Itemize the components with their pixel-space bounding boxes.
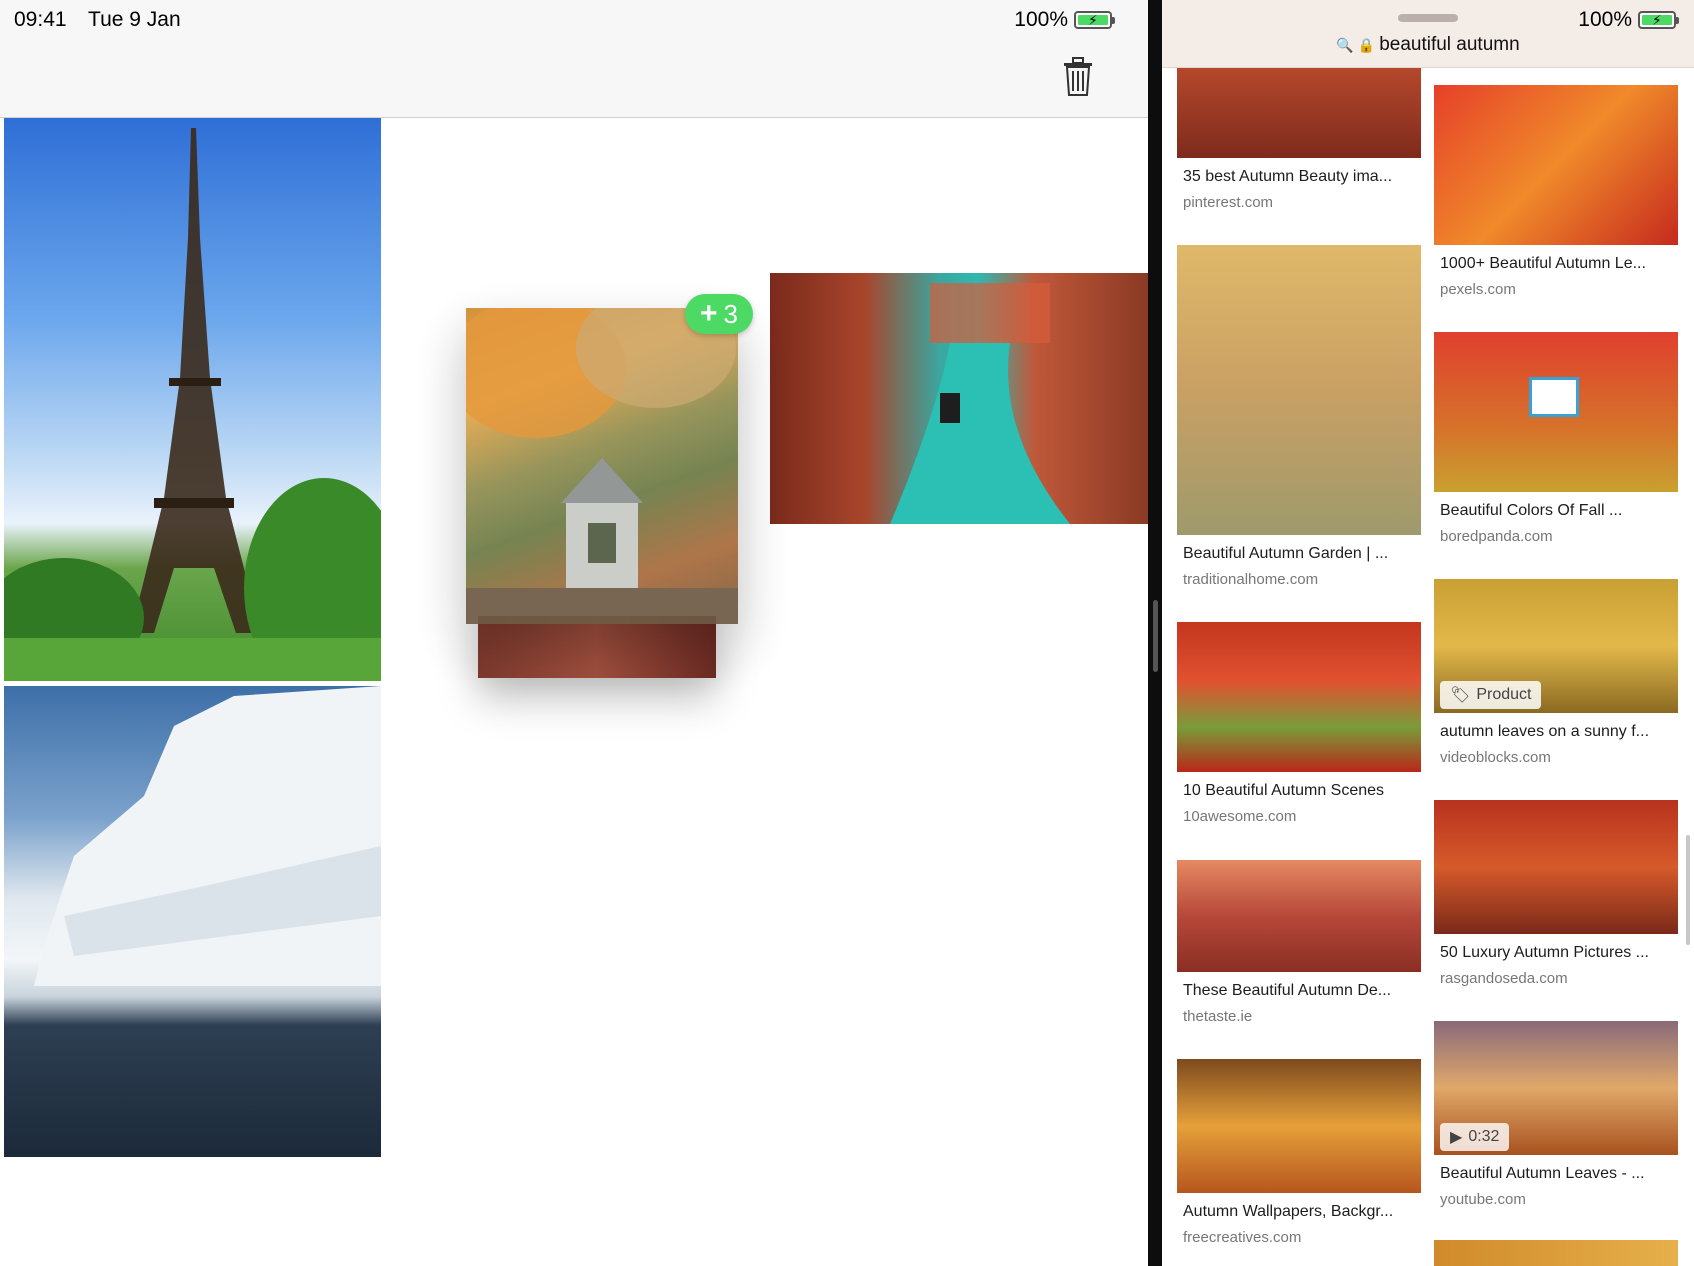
result-thumbnail [1434, 1240, 1678, 1266]
video-duration-chip: ▶ 0:32 [1440, 1123, 1510, 1151]
result-title: 50 Luxury Autumn Pictures ... [1440, 944, 1649, 961]
status-date: Tue 9 Jan [88, 8, 181, 31]
lock-icon: 🔒 [1357, 37, 1376, 53]
result-thumbnail: ▶ 0:32 [1434, 1021, 1678, 1155]
battery-icon: ⚡ [1074, 11, 1115, 29]
result-title: Beautiful Autumn Leaves - ... [1440, 1165, 1645, 1182]
battery-indicator-right: 100% ⚡ [1578, 8, 1679, 32]
result-card[interactable]: 35 best Autumn Beauty ima... pinterest.c… [1177, 68, 1421, 211]
result-thumbnail [1177, 245, 1421, 535]
result-source: 10awesome.com [1183, 808, 1297, 825]
result-card[interactable]: 🏷 Product autumn leaves on a sunny f... v… [1434, 579, 1678, 766]
dragged-photo-back [478, 616, 716, 678]
result-source: pinterest.com [1183, 194, 1274, 211]
result-card[interactable]: These Beautiful Autumn De... thetaste.ie [1177, 860, 1421, 1025]
result-thumbnail [1434, 85, 1678, 245]
result-thumbnail [1434, 332, 1678, 492]
garden-house-icon [466, 308, 738, 624]
play-icon: ▶ [1450, 1129, 1463, 1146]
ipad-screen: 09:41 Tue 9 Jan 100% ⚡ + 3 100% ⚡ 🔍 🔒 be… [0, 0, 1694, 1266]
scroll-indicator[interactable] [1686, 835, 1690, 945]
result-title: 10 Beautiful Autumn Scenes [1183, 782, 1385, 799]
status-bar-left: 09:41 Tue 9 Jan [14, 8, 197, 32]
safari-toolbar: 100% ⚡ 🔍 🔒 beautiful autumn [1162, 0, 1694, 68]
drag-count: 3 [723, 298, 738, 329]
result-thumbnail [1177, 622, 1421, 772]
product-chip: 🏷 Product [1440, 681, 1542, 709]
result-title: Beautiful Autumn Garden | ... [1183, 545, 1389, 562]
result-card[interactable]: ▶ 0:32 Beautiful Autumn Leaves - ... yout… [1434, 1021, 1678, 1208]
result-card[interactable]: Beautiful Colors Of Fall ... boredpanda.… [1434, 332, 1678, 545]
result-card[interactable]: Autumn Wallpapers, Backgr... freecreativ… [1177, 1059, 1421, 1246]
result-source: videoblocks.com [1440, 749, 1551, 766]
result-title: Beautiful Colors Of Fall ... [1440, 502, 1623, 519]
photo-iceberg[interactable] [4, 686, 381, 1157]
result-source: rasgandoseda.com [1440, 970, 1568, 987]
result-source: thetaste.ie [1183, 1008, 1253, 1025]
result-card[interactable] [1434, 1240, 1678, 1266]
result-source: pexels.com [1440, 281, 1516, 298]
search-icon: 🔍 [1336, 37, 1354, 53]
eiffel-tower-icon [4, 128, 381, 681]
drag-count-badge: + 3 [685, 294, 753, 334]
result-card[interactable]: 1000+ Beautiful Autumn Le... pexels.com [1434, 85, 1678, 298]
address-bar[interactable]: 🔍 🔒 beautiful autumn [1162, 34, 1694, 56]
safari-app: 100% ⚡ 🔍 🔒 beautiful autumn 35 best Autumn… [1162, 0, 1694, 1266]
nav-bar: 09:41 Tue 9 Jan 100% ⚡ [0, 0, 1148, 118]
result-card[interactable]: 10 Beautiful Autumn Scenes 10awesome.com [1177, 622, 1421, 825]
result-title: 35 best Autumn Beauty ima... [1183, 168, 1393, 185]
battery-percent-right: 100% [1578, 8, 1632, 31]
result-thumbnail [1434, 800, 1678, 934]
result-source: freecreatives.com [1183, 1229, 1302, 1246]
status-time: 09:41 [14, 8, 67, 31]
battery-indicator-left: 100% ⚡ [1014, 8, 1115, 32]
result-source: youtube.com [1440, 1191, 1526, 1208]
result-title: autumn leaves on a sunny f... [1440, 723, 1650, 740]
photo-eiffel-tower[interactable] [4, 118, 381, 681]
photo-board-app: 09:41 Tue 9 Jan 100% ⚡ + 3 [0, 0, 1148, 1266]
window-grabber[interactable] [1398, 14, 1458, 22]
plus-icon: + [700, 297, 718, 330]
battery-percent: 100% [1014, 8, 1068, 31]
result-source: boredpanda.com [1440, 528, 1553, 545]
tag-icon: 🏷 [1450, 687, 1471, 704]
result-thumbnail [1177, 1059, 1421, 1193]
result-card[interactable]: 50 Luxury Autumn Pictures ... rasgandose… [1434, 800, 1678, 987]
result-source: traditionalhome.com [1183, 571, 1319, 588]
result-card[interactable]: Beautiful Autumn Garden | ... traditiona… [1177, 245, 1421, 588]
dragged-photo-autumn-garden[interactable] [466, 308, 738, 624]
result-title: 1000+ Beautiful Autumn Le... [1440, 255, 1646, 272]
result-thumbnail [1177, 68, 1421, 158]
result-title: Autumn Wallpapers, Backgr... [1183, 1203, 1394, 1220]
battery-icon: ⚡ [1638, 11, 1679, 29]
split-view-handle[interactable] [1153, 600, 1158, 672]
venice-canal-icon [890, 283, 1070, 524]
photo-venice-canal[interactable] [770, 273, 1148, 524]
result-thumbnail [1177, 860, 1421, 972]
iceberg-icon [34, 686, 381, 986]
result-title: These Beautiful Autumn De... [1183, 982, 1392, 999]
trash-icon[interactable] [1060, 55, 1096, 97]
url-text: beautiful autumn [1379, 34, 1520, 55]
result-thumbnail: 🏷 Product [1434, 579, 1678, 713]
